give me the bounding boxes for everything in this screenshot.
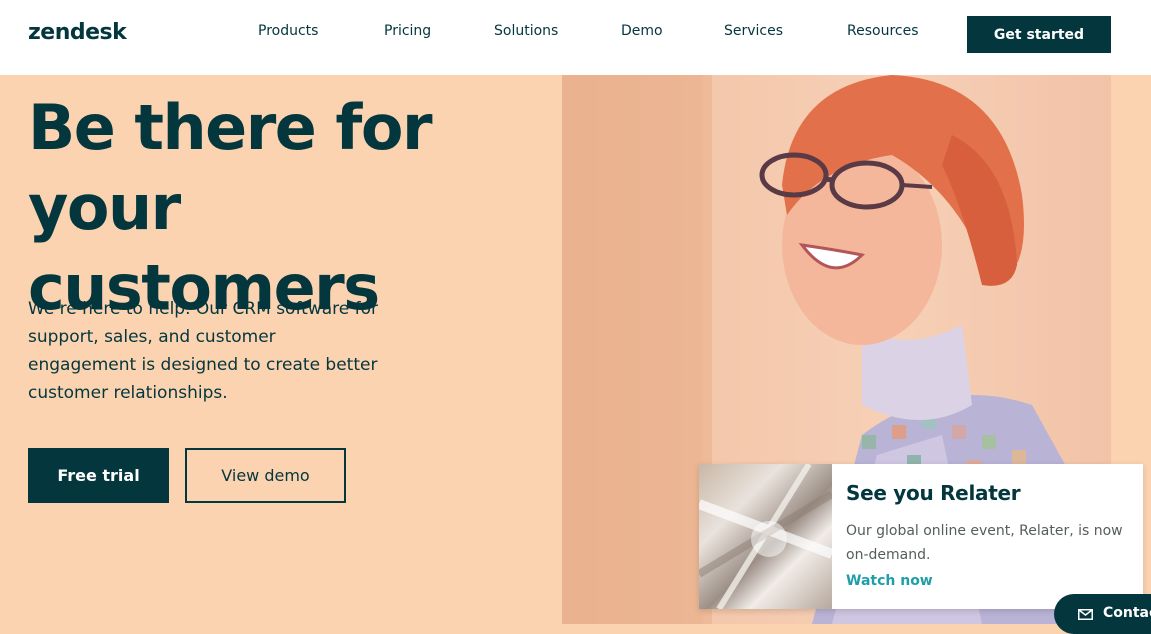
- nav-item-products[interactable]: Products: [258, 23, 318, 39]
- nav-item-demo[interactable]: Demo: [621, 23, 663, 39]
- free-trial-button[interactable]: Free trial: [28, 448, 169, 503]
- hero-title: Be there for your customers: [28, 88, 568, 328]
- promo-thumbnail: [699, 464, 832, 609]
- promo-description: Our global online event, Relater, is now…: [846, 523, 1123, 563]
- watch-now-link[interactable]: Watch now: [846, 573, 933, 589]
- mail-icon: [1078, 609, 1093, 620]
- contact-label: Contact: [1103, 605, 1151, 621]
- hero-subtitle: We’re here to help. Our CRM software for…: [28, 299, 378, 403]
- contact-button[interactable]: Contact: [1054, 594, 1151, 634]
- nav-item-solutions[interactable]: Solutions: [494, 23, 558, 39]
- nav-item-resources[interactable]: Resources: [847, 23, 919, 39]
- hero-title-line-1: Be there for your: [28, 91, 433, 244]
- nav-item-services[interactable]: Services: [724, 23, 783, 39]
- get-started-button[interactable]: Get started: [967, 16, 1111, 53]
- zendesk-logo[interactable]: zendesk: [28, 20, 127, 45]
- nav-item-pricing[interactable]: Pricing: [384, 23, 431, 39]
- view-demo-button[interactable]: View demo: [185, 448, 346, 503]
- promo-card[interactable]: See you Relater Our global online event,…: [699, 464, 1143, 609]
- promo-title: See you Relater: [846, 481, 1021, 505]
- top-nav: zendesk Products Pricing Solutions Demo …: [0, 0, 1151, 75]
